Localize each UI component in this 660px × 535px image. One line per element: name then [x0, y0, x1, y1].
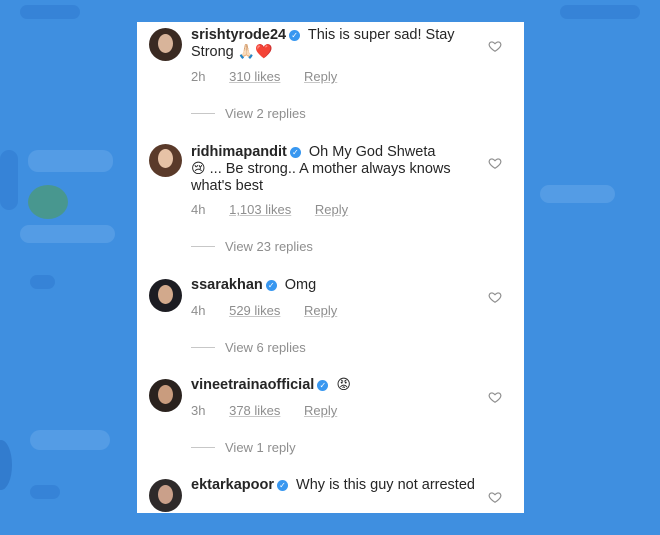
bg-blur-shape: [560, 5, 640, 19]
view-replies-button[interactable]: View 23 replies: [191, 239, 313, 254]
comment-text: ektarkapoor ✓ Why is this guy not arreste…: [191, 477, 481, 494]
divider-line: [191, 113, 215, 114]
divider-line: [191, 246, 215, 247]
heart-outline-icon[interactable]: [488, 39, 502, 53]
view-replies-label: View 6 replies: [225, 340, 306, 355]
bg-blur-shape: [28, 150, 113, 172]
verified-badge-icon: ✓: [265, 280, 277, 291]
heart-outline-icon[interactable]: [488, 390, 502, 404]
avatar[interactable]: [149, 379, 182, 412]
bg-blur-shape: [20, 225, 115, 243]
heart-outline-icon[interactable]: [488, 290, 502, 304]
comment-meta: 4h 1,103 likes Reply: [191, 202, 368, 217]
reply-button[interactable]: Reply: [304, 69, 337, 84]
reply-button[interactable]: Reply: [304, 303, 337, 318]
comment-text: ridhimapandit ✓ Oh My God Shweta 😢 ... Be…: [191, 144, 481, 195]
comment-body-intro: Oh My God Shweta: [308, 144, 436, 160]
bg-blur-shape: [540, 185, 615, 203]
avatar[interactable]: [149, 28, 182, 61]
comment-body: Why is this guy not arrested: [296, 477, 475, 493]
likes-count[interactable]: 310 likes: [229, 69, 280, 84]
avatar[interactable]: [149, 479, 182, 512]
comment-body: ... Be strong.. A mother always knows wh…: [191, 161, 451, 194]
comment-emoji: 🙏🏻❤️: [237, 44, 273, 60]
comment-username[interactable]: srishtyrode24: [191, 27, 286, 43]
avatar[interactable]: [149, 144, 182, 177]
bg-blur-shape: [0, 440, 12, 490]
comment-time: 4h: [191, 303, 206, 318]
comment-username[interactable]: ridhimapandit: [191, 144, 287, 160]
likes-count[interactable]: 1,103 likes: [229, 202, 291, 217]
bg-blur-shape: [30, 275, 55, 289]
heart-outline-icon[interactable]: [488, 490, 502, 504]
comment-meta: 4h 529 likes Reply: [191, 303, 357, 318]
comment-text: srishtyrode24 ✓ This is super sad! Stay S…: [191, 27, 481, 61]
comment-emoji: 😢: [191, 161, 206, 177]
likes-count[interactable]: 378 likes: [229, 403, 280, 418]
view-replies-button[interactable]: View 6 replies: [191, 340, 306, 355]
bg-blur-shape: [30, 430, 110, 450]
view-replies-label: View 2 replies: [225, 106, 306, 121]
verified-badge-icon: ✓: [289, 147, 301, 158]
reply-button[interactable]: Reply: [304, 403, 337, 418]
heart-outline-icon[interactable]: [488, 156, 502, 170]
view-replies-button[interactable]: View 1 reply: [191, 440, 296, 455]
verified-badge-icon: ✓: [277, 480, 289, 491]
comment-body: Omg: [284, 277, 317, 293]
bg-blur-shape: [20, 5, 80, 19]
view-replies-button[interactable]: View 2 replies: [191, 106, 306, 121]
reply-button[interactable]: Reply: [315, 202, 348, 217]
bg-blur-shape: [28, 185, 68, 219]
view-replies-label: View 23 replies: [225, 239, 313, 254]
comment-meta: 2h 310 likes Reply: [191, 69, 357, 84]
comment-meta: 3h 378 likes Reply: [191, 403, 357, 418]
divider-line: [191, 347, 215, 348]
avatar[interactable]: [149, 279, 182, 312]
bg-blur-shape: [30, 485, 60, 499]
comment-emoji: 😡: [336, 377, 351, 393]
comment-text: vineetrainaofficial ✓ 😡: [191, 377, 481, 394]
divider-line: [191, 447, 215, 448]
verified-badge-icon: ✓: [317, 380, 329, 391]
comment-username[interactable]: ssarakhan: [191, 277, 263, 293]
comment-text: ssarakhan ✓ Omg: [191, 277, 481, 294]
comment-time: 3h: [191, 403, 206, 418]
bg-blur-shape: [0, 150, 18, 210]
comments-panel: srishtyrode24 ✓ This is super sad! Stay S…: [137, 22, 524, 513]
likes-count[interactable]: 529 likes: [229, 303, 280, 318]
comment-username[interactable]: vineetrainaofficial: [191, 377, 314, 393]
verified-badge-icon: ✓: [289, 30, 301, 41]
comment-username[interactable]: ektarkapoor: [191, 477, 274, 493]
view-replies-label: View 1 reply: [225, 440, 296, 455]
comment-time: 4h: [191, 202, 206, 217]
comment-time: 2h: [191, 69, 206, 84]
